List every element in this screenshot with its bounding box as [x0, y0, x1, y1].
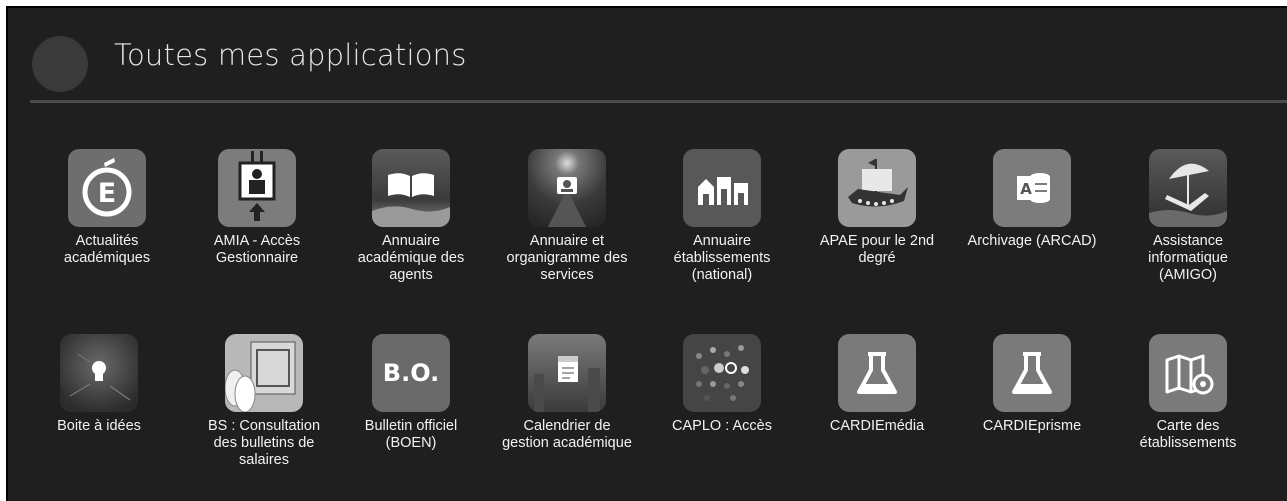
- app-label: APAE pour le 2nd degré: [819, 233, 935, 266]
- app-annuaire-etablissements[interactable]: Annuaire établissements (national): [654, 149, 790, 284]
- app-annuaire-agents[interactable]: Annuaire académique des agents: [343, 149, 479, 284]
- elevator-icon: [218, 149, 296, 227]
- app-label: CAPLO : Accès: [672, 418, 772, 434]
- applications-panel: Toutes mes applications E Actualités aca…: [6, 6, 1287, 501]
- app-label: Annuaire et organigramme des services: [506, 233, 628, 283]
- app-label: Carte des établissements: [1139, 418, 1237, 451]
- avatar: [32, 36, 88, 92]
- app-label: Actualités académiques: [63, 233, 151, 266]
- app-label: CARDIEmédia: [829, 418, 925, 434]
- map-pin-icon: [1149, 334, 1227, 412]
- app-label: Bulletin officiel (BOEN): [364, 418, 458, 451]
- app-archivage[interactable]: A Archivage (ARCAD): [964, 149, 1100, 250]
- app-label: Annuaire établissements (national): [673, 233, 771, 283]
- umbrella-chair-icon: [1149, 149, 1227, 227]
- app-actualites[interactable]: E Actualités académiques: [39, 149, 175, 267]
- flask-icon: [838, 334, 916, 412]
- app-apae[interactable]: APAE pour le 2nd degré: [809, 149, 945, 267]
- access-database-icon: A: [993, 149, 1071, 227]
- bo-logo-text: B.O.: [383, 359, 439, 387]
- page-title: Toutes mes applications: [114, 38, 467, 72]
- app-label: AMIA - Accès Gestionnaire: [213, 233, 301, 266]
- app-bs-consultation[interactable]: BS : Consultation des bulletins de salai…: [196, 334, 332, 469]
- app-label: Assistance informatique (AMIGO): [1148, 233, 1228, 283]
- app-label: CARDIEprisme: [982, 418, 1082, 434]
- app-caplo[interactable]: CAPLO : Accès: [654, 334, 790, 435]
- bo-logo-icon: B.O.: [372, 334, 450, 412]
- app-calendrier[interactable]: Calendrier de gestion académique: [499, 334, 635, 452]
- svg-text:A: A: [1020, 180, 1032, 198]
- buildings-icon: [683, 149, 761, 227]
- app-label: Archivage (ARCAD): [967, 233, 1097, 249]
- app-cardiemedia[interactable]: CARDIEmédia: [809, 334, 945, 435]
- app-label: Boite à idées: [57, 418, 141, 434]
- app-carte-etablissements[interactable]: Carte des établissements: [1120, 334, 1256, 452]
- lightbulb-icon: [60, 334, 138, 412]
- contact-card-icon: [528, 149, 606, 227]
- payslip-icon: [225, 334, 303, 412]
- app-label: BS : Consultation des bulletins de salai…: [207, 418, 321, 468]
- app-amia[interactable]: AMIA - Accès Gestionnaire: [189, 149, 325, 267]
- app-label: Annuaire académique des agents: [357, 233, 465, 283]
- flask-icon: [993, 334, 1071, 412]
- app-annuaire-organigramme[interactable]: Annuaire et organigramme des services: [499, 149, 635, 284]
- viking-ship-icon: [838, 149, 916, 227]
- app-boite-a-idees[interactable]: Boite à idées: [31, 334, 167, 435]
- calendar-city-icon: [528, 334, 606, 412]
- dots-pattern-icon: [683, 334, 761, 412]
- app-cardieprisme[interactable]: CARDIEprisme: [964, 334, 1100, 435]
- e-accent-icon: E: [68, 149, 146, 227]
- svg-text:E: E: [98, 178, 116, 209]
- app-bulletin-officiel[interactable]: B.O. Bulletin officiel (BOEN): [343, 334, 479, 452]
- app-label: Calendrier de gestion académique: [502, 418, 632, 451]
- app-assistance[interactable]: Assistance informatique (AMIGO): [1120, 149, 1256, 284]
- open-book-icon: [372, 149, 450, 227]
- divider: [30, 100, 1287, 103]
- header: Toutes mes applications: [8, 8, 1287, 108]
